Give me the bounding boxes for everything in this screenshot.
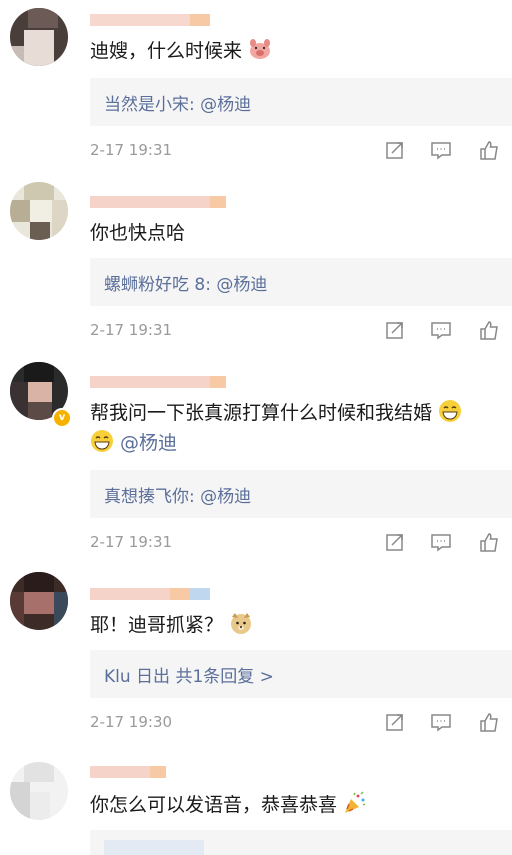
comment-text-line2: @杨迪	[90, 428, 504, 458]
comment-time: 2-17 19:30	[90, 713, 173, 731]
comment-text: 你也快点哈	[90, 222, 186, 244]
comment-text: 迪嫂，什么时候来	[90, 36, 504, 66]
comment-text: 耶！迪哥抓紧？	[90, 610, 504, 640]
mention-link[interactable]: @杨迪	[120, 432, 177, 454]
reply-preview[interactable]: 真想揍飞你: @杨迪	[90, 470, 512, 518]
comment-icon[interactable]	[430, 319, 452, 341]
comment-actions	[384, 319, 512, 341]
comment-time: 2-17 19:31	[90, 141, 173, 159]
doge-emoji	[231, 613, 252, 634]
reply-text-blurred[interactable]	[104, 840, 204, 855]
repost-icon[interactable]	[384, 319, 406, 341]
verified-badge: v	[52, 408, 72, 428]
username-blurred[interactable]	[90, 376, 230, 388]
reply-preview[interactable]	[90, 830, 512, 855]
reply-text[interactable]: 螺蛳粉好吃 8: @杨迪	[104, 270, 267, 295]
username-blurred[interactable]	[90, 196, 230, 208]
grinning-face-emoji	[439, 400, 462, 422]
username-blurred[interactable]	[90, 766, 230, 778]
reply-preview[interactable]: 当然是小宋: @杨迪	[90, 78, 512, 126]
comment-icon[interactable]	[430, 531, 452, 553]
like-icon[interactable]	[478, 531, 500, 553]
like-icon[interactable]	[478, 139, 500, 161]
comment-text-line1: 帮我问一下张真源打算什么时候和我结婚	[90, 398, 504, 428]
party-popper-emoji	[345, 791, 366, 813]
reply-text[interactable]: 当然是小宋: @杨迪	[104, 90, 251, 115]
avatar[interactable]	[10, 182, 68, 240]
avatar[interactable]	[10, 762, 68, 820]
comment-actions	[384, 531, 512, 553]
avatar[interactable]	[10, 8, 68, 66]
like-icon[interactable]	[478, 319, 500, 341]
comment-actions	[384, 139, 512, 161]
avatar[interactable]	[10, 572, 68, 630]
comment-icon[interactable]	[430, 139, 452, 161]
username-blurred[interactable]	[90, 588, 230, 600]
grinning-face-emoji	[91, 430, 113, 452]
pig-face-emoji	[250, 39, 271, 59]
comment-icon[interactable]	[430, 711, 452, 733]
repost-icon[interactable]	[384, 711, 406, 733]
comment-text: 帮我问一下张真源打算什么时候和我结婚 @杨迪	[90, 398, 504, 458]
reply-preview[interactable]: 螺蛳粉好吃 8: @杨迪	[90, 258, 512, 306]
repost-icon[interactable]	[384, 531, 406, 553]
like-icon[interactable]	[478, 711, 500, 733]
reply-preview[interactable]: Klu 日出 共1条回复 >	[90, 650, 512, 698]
reply-text[interactable]: 真想揍飞你: @杨迪	[104, 482, 251, 507]
reply-text[interactable]: Klu 日出 共1条回复 >	[104, 662, 274, 687]
comment-actions	[384, 711, 512, 733]
comment-time: 2-17 19:31	[90, 321, 173, 339]
username-blurred[interactable]	[90, 14, 230, 26]
repost-icon[interactable]	[384, 139, 406, 161]
comment-time: 2-17 19:31	[90, 533, 173, 551]
comment-text: 你怎么可以发语音，恭喜恭喜	[90, 790, 504, 820]
